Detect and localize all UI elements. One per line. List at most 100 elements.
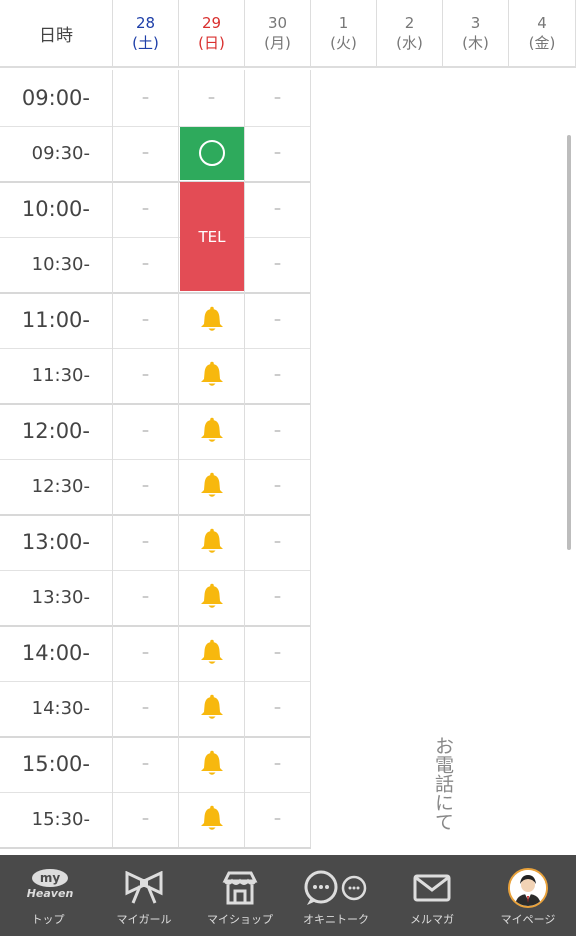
slot-cell-c28: –	[113, 625, 179, 681]
bell-icon	[200, 417, 223, 442]
tab-myshop-label: マイショップ	[207, 913, 273, 926]
day-number: 3	[470, 14, 481, 32]
reserve-notify-button[interactable]	[179, 680, 245, 736]
slot-cell-c28: –	[113, 181, 179, 237]
day-header-2: 2 (水)	[377, 0, 443, 68]
reserve-notify-button[interactable]	[179, 403, 245, 459]
reserve-notify-button[interactable]	[179, 458, 245, 514]
circle-icon	[199, 140, 225, 167]
day-number: 29	[201, 14, 222, 32]
slot-cell-c30: –	[245, 236, 311, 292]
time-slot-label: 12:30-	[0, 458, 113, 514]
reserve-notify-button[interactable]	[179, 736, 245, 792]
slot-cell-c30: –	[245, 458, 311, 514]
bell-icon	[200, 472, 223, 497]
tab-top[interactable]: my Heaven トップ	[0, 855, 96, 936]
slot-cell-c28: –	[113, 569, 179, 625]
tab-mygirl[interactable]: マイガール	[96, 855, 192, 936]
time-slot-label: 15:00-	[0, 736, 113, 792]
time-slot-label: 14:00-	[0, 625, 113, 681]
time-slot-label: 14:30-	[0, 680, 113, 736]
slot-cell-c28: –	[113, 514, 179, 570]
slot-cell-c30: –	[245, 680, 311, 736]
tab-okini-talk[interactable]: オキニトーク	[288, 855, 384, 936]
tab-mailmag-label: メルマガ	[410, 913, 454, 926]
reserve-notify-button[interactable]	[179, 347, 245, 403]
slot-cell-c30: –	[245, 292, 311, 348]
day-header-3: 3 (木)	[443, 0, 509, 68]
time-slot-label: 10:30-	[0, 236, 113, 292]
day-number: 30	[267, 14, 288, 32]
day-header-1: 1 (火)	[311, 0, 377, 68]
tab-mypage[interactable]: マイページ	[480, 855, 576, 936]
slot-cell-c30: –	[245, 514, 311, 570]
tab-mypage-label: マイページ	[500, 913, 556, 926]
slot-cell-c28: –	[113, 791, 179, 847]
slot-cell-c30: –	[245, 181, 311, 237]
tab-mailmag[interactable]: メルマガ	[384, 855, 480, 936]
avatar-icon	[508, 868, 548, 908]
header-datetime: 日時	[0, 0, 113, 68]
time-slot-label: 10:00-	[0, 181, 113, 237]
chat-icon	[304, 870, 367, 905]
day-number: 2	[404, 14, 415, 32]
slot-cell-c28: –	[113, 403, 179, 459]
day-header-30: 30 (月)	[245, 0, 311, 68]
day-number: 1	[338, 14, 349, 32]
time-slot-label: 12:00-	[0, 403, 113, 459]
slot-cell-c30: –	[245, 70, 311, 126]
day-weekday: (土)	[132, 34, 159, 52]
slot-cell-c28: –	[113, 736, 179, 792]
slot-cell-c30: –	[245, 569, 311, 625]
day-weekday: (水)	[396, 34, 423, 52]
bell-icon	[200, 694, 223, 719]
available-slot-button[interactable]	[180, 126, 244, 180]
reserve-notify-button[interactable]	[179, 625, 245, 681]
slot-cell-c30: –	[245, 791, 311, 847]
ribbon-icon	[125, 871, 163, 904]
slot-cell-c30: –	[245, 403, 311, 459]
time-slot-label: 09:30-	[0, 125, 113, 181]
slot-cell-c28: –	[113, 70, 179, 126]
tel-label: TEL	[198, 227, 226, 246]
reserve-notify-button[interactable]	[179, 791, 245, 847]
slot-cell-c28: –	[113, 458, 179, 514]
time-slot-label: 13:30-	[0, 569, 113, 625]
tab-myshop[interactable]: マイショップ	[192, 855, 288, 936]
slot-cell-c28: –	[113, 125, 179, 181]
day-weekday: (火)	[330, 34, 357, 52]
header-datetime-label: 日時	[39, 25, 73, 46]
day-header-4: 4 (金)	[509, 0, 576, 68]
slot-cell-c30: –	[245, 347, 311, 403]
bell-icon	[200, 583, 223, 608]
reserve-notify-button[interactable]	[179, 292, 245, 348]
day-weekday: (日)	[198, 34, 225, 52]
mail-icon	[413, 874, 451, 902]
bell-icon	[200, 306, 223, 331]
slot-cell-c29[interactable]	[179, 125, 245, 181]
day-weekday: (木)	[462, 34, 489, 52]
slot-cell-c28: –	[113, 680, 179, 736]
time-slot-label: 11:30-	[0, 347, 113, 403]
slot-cell-c28: –	[113, 347, 179, 403]
day-weekday: (月)	[264, 34, 291, 52]
reserve-notify-button[interactable]	[179, 514, 245, 570]
time-slot-label: 13:00-	[0, 514, 113, 570]
time-slot-label: 15:30-	[0, 791, 113, 847]
slot-cell-c29: –	[179, 70, 245, 126]
day-header-29: 29 (日)	[179, 0, 245, 68]
tab-mygirl-label: マイガール	[116, 913, 172, 926]
reserve-notify-button[interactable]	[179, 569, 245, 625]
bell-icon	[200, 639, 223, 664]
scrollbar[interactable]	[567, 135, 571, 550]
tab-top-label: トップ	[31, 913, 65, 926]
day-header-28: 28 (土)	[113, 0, 179, 68]
day-weekday: (金)	[528, 34, 556, 52]
bell-icon	[200, 361, 223, 386]
tab-okini-talk-label: オキニトーク	[303, 913, 369, 926]
bell-icon	[200, 750, 223, 775]
tel-slot-button[interactable]: TEL	[180, 182, 244, 291]
day-number: 4	[537, 14, 547, 32]
time-slot-label: 11:00-	[0, 292, 113, 348]
slot-cell-c30: –	[245, 625, 311, 681]
